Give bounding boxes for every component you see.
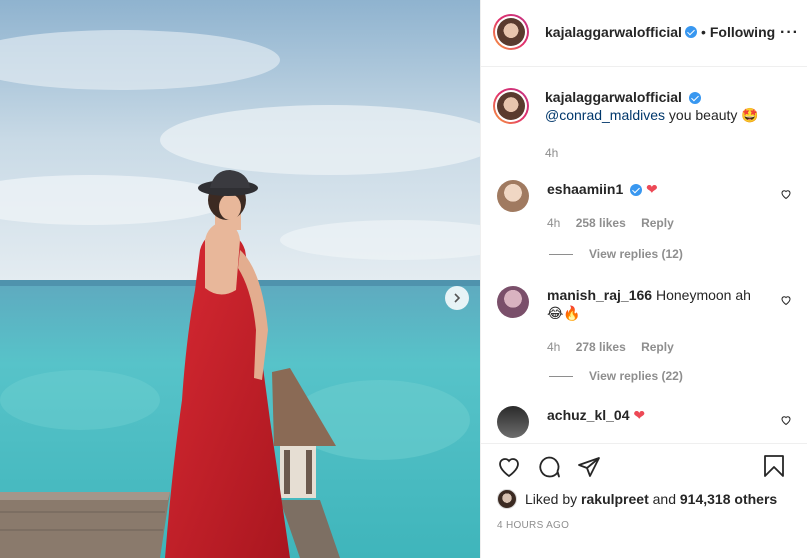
like-comment-heart-icon[interactable]	[780, 188, 792, 200]
post-details-panel: kajalaggarwalofficial • Following ··· ka…	[480, 0, 807, 558]
like-comment-heart-icon[interactable]	[780, 414, 792, 426]
caption-avatar[interactable]	[493, 88, 529, 124]
chevron-right-icon	[454, 293, 461, 303]
author-username[interactable]: kajalaggarwalofficial	[545, 24, 682, 40]
comment-likes[interactable]: 258 likes	[576, 216, 626, 230]
following-button[interactable]: Following	[710, 24, 775, 40]
caption-username[interactable]: kajalaggarwalofficial	[545, 89, 682, 105]
caption-text: you beauty	[665, 107, 738, 123]
comment-item: manish_raj_166 Honeymoon ah 😂🔥 4h 278 li…	[497, 286, 792, 356]
comment-icon[interactable]	[537, 455, 561, 479]
post-caption: kajalaggarwalofficial @conrad_maldives y…	[493, 88, 793, 162]
beach-photo-image	[0, 0, 480, 558]
post-photo[interactable]	[0, 0, 480, 558]
comment-heart-emoji: ❤	[633, 407, 646, 423]
actions-divider	[481, 443, 807, 444]
commenter-avatar[interactable]	[497, 406, 529, 438]
comment-time[interactable]: 4h	[547, 340, 560, 354]
comment-time[interactable]: 4h	[547, 216, 560, 230]
liker-avatar[interactable]	[497, 489, 517, 509]
liked-by-summary: Liked by rakulpreet and 914,318 others	[497, 489, 777, 509]
comment-text: Honeymoon ah	[655, 287, 751, 303]
more-options-icon[interactable]: ···	[780, 24, 799, 42]
bookmark-icon[interactable]	[762, 454, 786, 478]
caption-mention[interactable]: @conrad_maldives	[545, 107, 665, 123]
comment-heart-emoji: ❤	[646, 181, 658, 197]
commenter-avatar[interactable]	[497, 286, 529, 318]
author-avatar[interactable]	[493, 14, 529, 50]
commenter-username[interactable]: eshaamiin1	[547, 181, 623, 197]
reply-button[interactable]: Reply	[641, 216, 674, 230]
liked-by-prefix: Liked by	[525, 491, 578, 507]
verified-badge-icon	[688, 92, 701, 105]
post-header: kajalaggarwalofficial • Following ···	[493, 14, 803, 50]
comment-likes[interactable]: 278 likes	[576, 340, 626, 354]
commenter-username[interactable]: achuz_kl_04	[547, 407, 630, 423]
replies-line	[549, 375, 573, 377]
view-replies-button[interactable]: View replies (22)	[549, 369, 683, 383]
comment-emoji: 😂🔥	[547, 305, 581, 321]
commenter-avatar[interactable]	[497, 180, 529, 212]
verified-badge-icon	[684, 26, 697, 38]
separator-dot: •	[700, 24, 706, 40]
view-replies-label: View replies (22)	[589, 369, 683, 383]
reply-button[interactable]: Reply	[641, 340, 674, 354]
post-timestamp[interactable]: 4 HOURS AGO	[497, 520, 569, 531]
caption-emoji: 🤩	[741, 107, 759, 123]
comment-item: eshaamiin1 ❤ 4h 258 likes Reply	[497, 180, 792, 232]
commenter-username[interactable]: manish_raj_166	[547, 287, 652, 303]
liker-username[interactable]: rakulpreet	[581, 491, 649, 507]
caption-time[interactable]: 4h	[545, 144, 759, 162]
view-replies-button[interactable]: View replies (12)	[549, 247, 683, 261]
likes-count-button[interactable]: 914,318 others	[680, 491, 777, 507]
next-photo-button[interactable]	[445, 286, 469, 310]
liked-by-middle: and	[652, 491, 676, 507]
verified-badge-icon	[630, 184, 643, 197]
post-actions-bar	[497, 454, 802, 480]
comment-item: achuz_kl_04 ❤	[497, 406, 792, 438]
view-replies-label: View replies (12)	[589, 247, 683, 261]
share-icon[interactable]	[577, 455, 601, 479]
replies-line	[549, 253, 573, 255]
heart-icon[interactable]	[497, 455, 521, 479]
like-comment-heart-icon[interactable]	[780, 294, 792, 306]
header-divider	[481, 66, 807, 67]
